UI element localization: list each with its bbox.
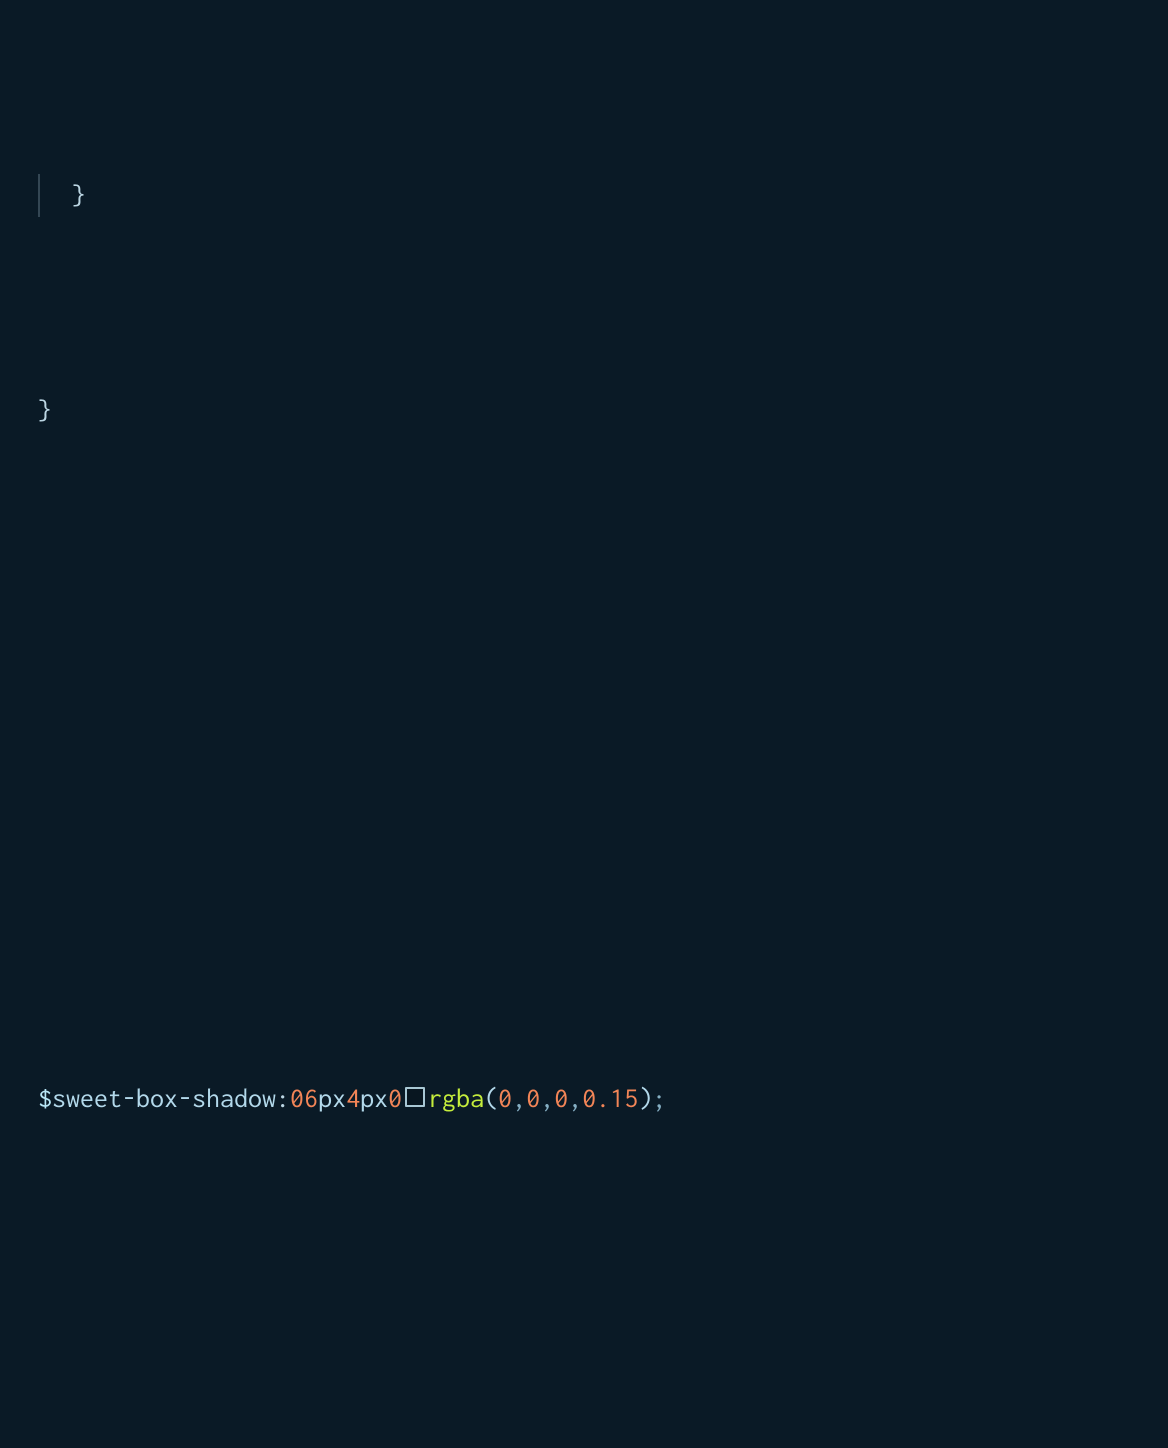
number-literal: 0 <box>582 1077 596 1120</box>
semicolon: ; <box>652 1077 666 1120</box>
number-literal: 0 <box>290 1077 304 1120</box>
color-swatch-icon[interactable] <box>405 1087 425 1107</box>
comma: , <box>512 1077 526 1120</box>
unit: px <box>318 1077 346 1120</box>
code-line-blank <box>38 604 1168 647</box>
code-line: } <box>38 389 1168 432</box>
number-literal: 0 <box>388 1077 402 1120</box>
number-literal: 0 <box>498 1077 512 1120</box>
code-editor[interactable]: } } $sweet-box-shadow: 0 6px 4px 0 rgba(… <box>0 0 1168 1448</box>
code-line-variable: $sweet-box-shadow: 0 6px 4px 0 rgba(0, 0… <box>38 1077 1168 1120</box>
code-line-blank <box>38 1292 1168 1335</box>
unit: px <box>360 1077 388 1120</box>
comma: , <box>568 1077 582 1120</box>
code-line-blank <box>38 1421 1168 1448</box>
number-literal: 0 <box>554 1077 568 1120</box>
function-name: rgba <box>428 1077 484 1120</box>
brace-close-icon: } <box>38 389 52 432</box>
number-literal: 4 <box>346 1077 360 1120</box>
colon: : <box>276 1077 290 1120</box>
variable-name: sweet-box-shadow <box>52 1077 276 1120</box>
comma: , <box>540 1077 554 1120</box>
number-literal: 15 <box>610 1077 638 1120</box>
number-literal: 6 <box>304 1077 318 1120</box>
brace-close-icon: } <box>72 174 86 217</box>
code-line-blank <box>38 733 1168 776</box>
paren-close: ) <box>638 1077 652 1120</box>
paren-open: ( <box>484 1077 498 1120</box>
decimal-point: . <box>596 1077 610 1120</box>
code-line-blank <box>38 862 1168 905</box>
dollar-sign: $ <box>38 1077 52 1120</box>
number-literal: 0 <box>526 1077 540 1120</box>
code-line: } <box>38 174 1168 217</box>
